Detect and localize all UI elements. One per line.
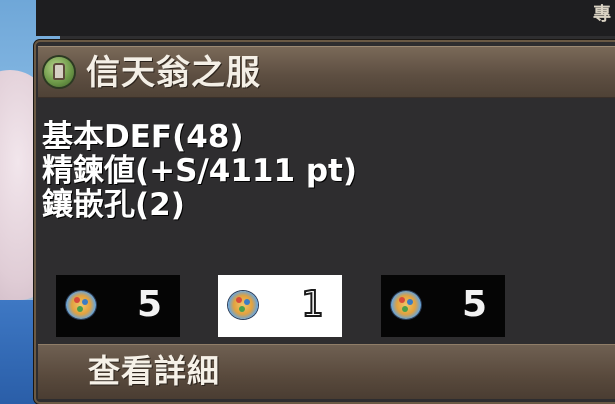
stat-refine-value: 精鍊値(+S/4111 pt) xyxy=(42,153,358,189)
tooltip-title-bar: 信天翁之服 xyxy=(38,46,615,98)
item-tooltip: 信天翁之服 基本DEF(48) 精鍊値(+S/4111 pt) 鑲嵌孔(2) 5… xyxy=(34,40,615,404)
socket-slot-1[interactable]: 5 xyxy=(56,275,180,337)
view-details-label: 查看詳細 xyxy=(88,352,221,390)
item-name: 信天翁之服 xyxy=(86,53,261,93)
top-glyph: 專 xyxy=(593,4,611,25)
view-details-button[interactable]: 查看詳細 xyxy=(38,344,615,399)
socket-slot-3[interactable]: 5 xyxy=(381,275,505,337)
game-screen: 專 信天翁之服 基本DEF(48) 精鍊値(+S/4111 pt) 鑲嵌孔(2)… xyxy=(0,0,615,404)
item-stats: 基本DEF(48) 精鍊値(+S/4111 pt) 鑲嵌孔(2) xyxy=(42,120,357,222)
palette-gem-icon xyxy=(228,291,258,319)
socket-count: 1 xyxy=(300,283,325,326)
socket-slot-2[interactable]: 1 xyxy=(218,275,342,337)
palette-gem-icon xyxy=(391,291,421,319)
stat-socket-count: 鑲嵌孔(2) xyxy=(42,187,185,223)
socket-count: 5 xyxy=(136,284,162,325)
palette-gem-icon xyxy=(66,291,96,319)
top-strip: 專 xyxy=(36,0,615,36)
armor-icon xyxy=(44,57,74,87)
stat-base-def: 基本DEF(48) xyxy=(42,119,244,155)
socket-count: 5 xyxy=(461,284,487,325)
